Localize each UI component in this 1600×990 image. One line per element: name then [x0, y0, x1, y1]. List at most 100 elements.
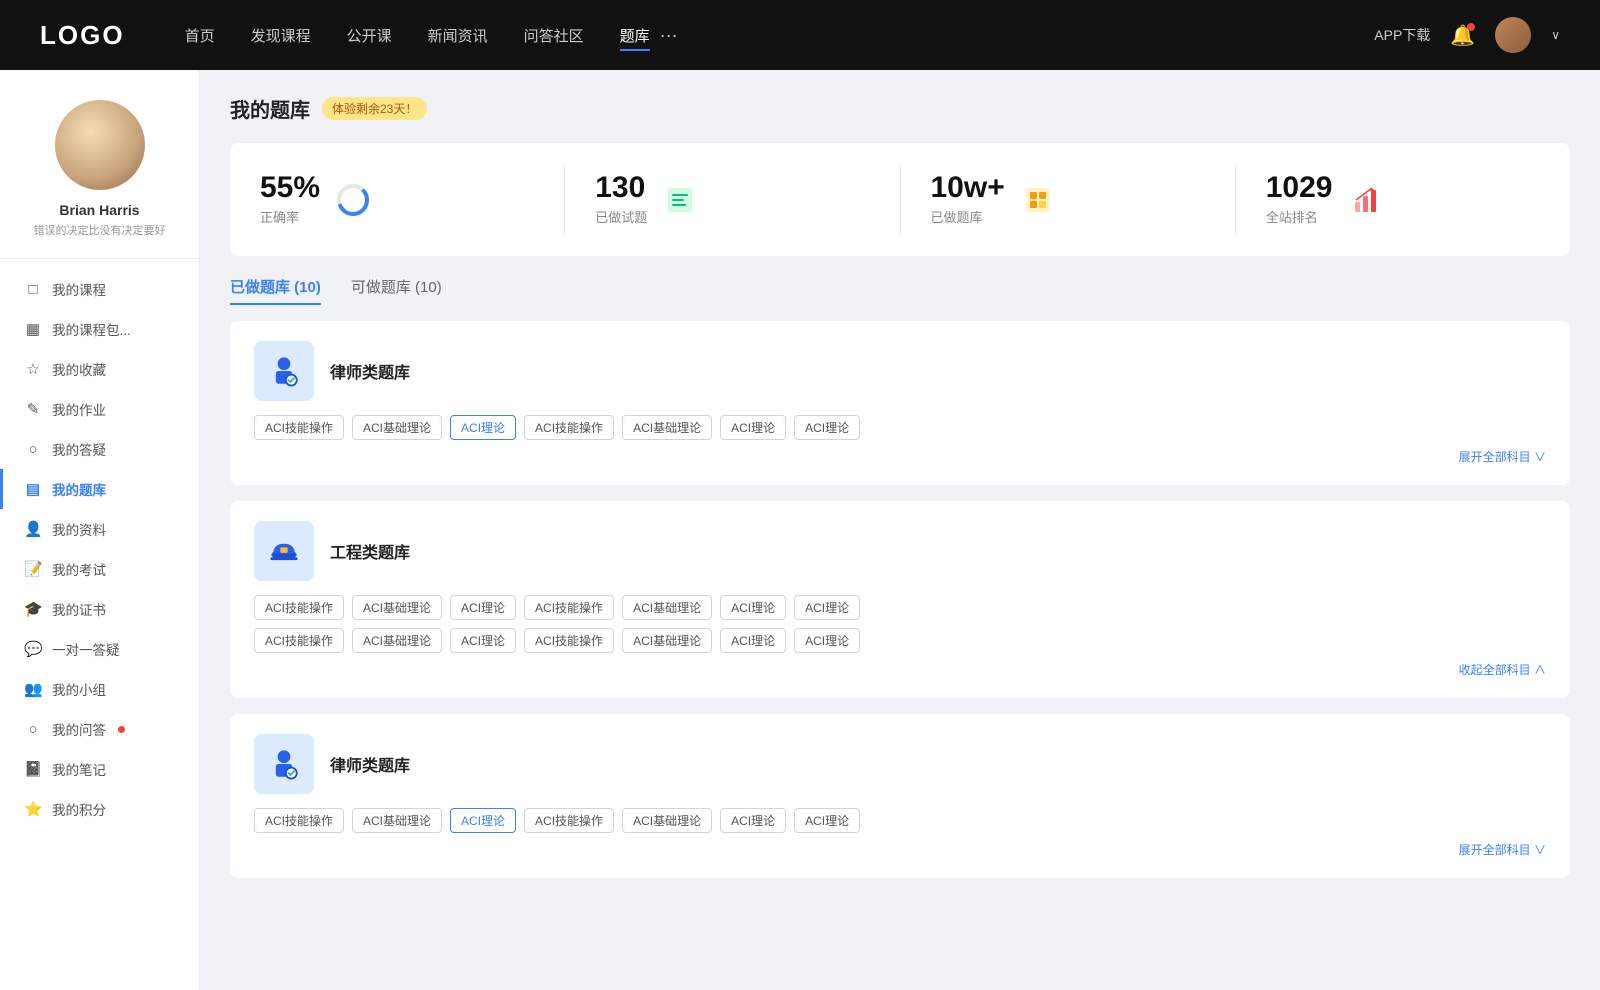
- page-header: 我的题库 体验剩余23天！: [230, 94, 1570, 123]
- tag-1-3[interactable]: ACI技能操作: [524, 595, 614, 620]
- profile-avatar[interactable]: [55, 100, 145, 190]
- tag-2-5[interactable]: ACI理论: [720, 808, 786, 833]
- tag-2-6[interactable]: ACI理论: [794, 808, 860, 833]
- bank-card-2: 律师类题库 ACI技能操作 ACI基础理论 ACI理论 ACI技能操作 ACI基…: [230, 714, 1570, 878]
- app-download-link[interactable]: APP下载: [1374, 25, 1430, 45]
- sidebar-item-1on1[interactable]: 💬 一对一答疑: [0, 629, 199, 669]
- nav-item-qa[interactable]: 问答社区: [524, 25, 584, 46]
- notification-bell[interactable]: 🔔: [1450, 23, 1475, 48]
- nav-item-home[interactable]: 首页: [185, 25, 215, 46]
- stat-banks-number: 10w+: [931, 173, 1005, 203]
- tag-0-4[interactable]: ACI基础理论: [622, 415, 712, 440]
- avatar[interactable]: [1495, 17, 1531, 53]
- sidebar-item-points[interactable]: ⭐ 我的积分: [0, 789, 199, 829]
- logo[interactable]: LOGO: [40, 20, 125, 51]
- tag-1-1[interactable]: ACI基础理论: [352, 595, 442, 620]
- tag-1-4[interactable]: ACI基础理论: [622, 595, 712, 620]
- main-content: 我的题库 体验剩余23天！ 55% 正确率: [200, 70, 1600, 990]
- chevron-down-icon[interactable]: ∨: [1551, 28, 1560, 42]
- stat-done-questions: 130 已做试题: [565, 163, 900, 236]
- sidebar-item-qa-mine[interactable]: ○ 我的答疑: [0, 429, 199, 469]
- grid-icon: [1022, 184, 1054, 216]
- cert-icon: 🎓: [24, 600, 42, 618]
- tag-2-1[interactable]: ACI基础理论: [352, 808, 442, 833]
- sidebar-item-profile[interactable]: 👤 我的资料: [0, 509, 199, 549]
- sidebar-label-profile: 我的资料: [52, 519, 106, 539]
- expand-link-0[interactable]: 展开全部科目 ∨: [254, 448, 1546, 465]
- stat-banks-text: 10w+ 已做题库: [931, 173, 1005, 226]
- bank-tags-1-row2: ACI技能操作 ACI基础理论 ACI理论 ACI技能操作 ACI基础理论 AC…: [254, 628, 1546, 653]
- navbar-right: APP下载 🔔 ∨: [1374, 17, 1560, 53]
- tab-available[interactable]: 可做题库 (10): [351, 276, 442, 305]
- tag-0-2[interactable]: ACI理论: [450, 415, 516, 440]
- points-icon: ⭐: [24, 800, 42, 818]
- sidebar-item-favorites[interactable]: ☆ 我的收藏: [0, 349, 199, 389]
- chat-icon: 💬: [24, 640, 42, 658]
- tab-bar: 已做题库 (10) 可做题库 (10): [230, 276, 1570, 305]
- expand-link-2[interactable]: 展开全部科目 ∨: [254, 841, 1546, 858]
- bank-tags-1-row1: ACI技能操作 ACI基础理论 ACI理论 ACI技能操作 ACI基础理论 AC…: [254, 595, 1546, 620]
- bank-tags-0: ACI技能操作 ACI基础理论 ACI理论 ACI技能操作 ACI基础理论 AC…: [254, 415, 1546, 440]
- tag-2-3[interactable]: ACI技能操作: [524, 808, 614, 833]
- stat-done-label: 已做试题: [595, 207, 647, 226]
- tag-0-6[interactable]: ACI理论: [794, 415, 860, 440]
- tag-1-0[interactable]: ACI技能操作: [254, 595, 344, 620]
- tag-2-0[interactable]: ACI技能操作: [254, 808, 344, 833]
- stat-done-banks: 10w+ 已做题库: [901, 163, 1236, 236]
- sidebar-label-favorites: 我的收藏: [52, 359, 106, 379]
- bank-name-2: 律师类题库: [330, 752, 410, 776]
- sidebar-item-groups[interactable]: 👥 我的小组: [0, 669, 199, 709]
- tag-2-2[interactable]: ACI理论: [450, 808, 516, 833]
- tag-1-6[interactable]: ACI理论: [794, 595, 860, 620]
- bank-icon: ▤: [24, 480, 42, 498]
- sidebar-item-exams[interactable]: 📝 我的考试: [0, 549, 199, 589]
- tag-1-9[interactable]: ACI理论: [450, 628, 516, 653]
- tab-done[interactable]: 已做题库 (10): [230, 276, 321, 305]
- nav-item-discover[interactable]: 发现课程: [251, 25, 311, 46]
- sidebar-item-question-bank[interactable]: ▤ 我的题库: [0, 469, 199, 509]
- profile-motto: 错误的决定比没有决定要好: [34, 222, 166, 238]
- sidebar-item-notes[interactable]: 📓 我的笔记: [0, 749, 199, 789]
- tag-1-11[interactable]: ACI基础理论: [622, 628, 712, 653]
- tag-1-10[interactable]: ACI技能操作: [524, 628, 614, 653]
- bank-name-0: 律师类题库: [330, 359, 410, 383]
- tag-0-5[interactable]: ACI理论: [720, 415, 786, 440]
- sidebar-label-homework: 我的作业: [52, 399, 106, 419]
- sidebar-item-my-qa[interactable]: ○ 我的问答: [0, 709, 199, 749]
- nav-item-open-course[interactable]: 公开课: [347, 25, 392, 46]
- expand-link-1[interactable]: 收起全部科目 ∧: [254, 661, 1546, 678]
- sidebar-item-homework[interactable]: ✎ 我的作业: [0, 389, 199, 429]
- tag-0-3[interactable]: ACI技能操作: [524, 415, 614, 440]
- sidebar-label-packages: 我的课程包...: [52, 319, 131, 339]
- edit-icon: ✎: [24, 400, 42, 418]
- tag-1-7[interactable]: ACI技能操作: [254, 628, 344, 653]
- tag-1-13[interactable]: ACI理论: [794, 628, 860, 653]
- bank-card-1: 工程类题库 ACI技能操作 ACI基础理论 ACI理论 ACI技能操作 ACI基…: [230, 501, 1570, 698]
- sidebar-profile: Brian Harris 错误的决定比没有决定要好: [0, 100, 199, 259]
- lawyer-icon: [254, 341, 314, 401]
- engineer-icon: [254, 521, 314, 581]
- done-questions-icon: [661, 181, 699, 219]
- tag-1-5[interactable]: ACI理论: [720, 595, 786, 620]
- stat-ranking-text: 1029 全站排名: [1266, 173, 1333, 226]
- stat-ranking-label: 全站排名: [1266, 207, 1333, 226]
- tag-1-2[interactable]: ACI理论: [450, 595, 516, 620]
- tag-2-4[interactable]: ACI基础理论: [622, 808, 712, 833]
- notes-icon: 📓: [24, 760, 42, 778]
- sidebar-item-packages[interactable]: ▦ 我的课程包...: [0, 309, 199, 349]
- sidebar-item-courses[interactable]: □ 我的课程: [0, 269, 199, 309]
- sidebar-item-certificates[interactable]: 🎓 我的证书: [0, 589, 199, 629]
- stat-ranking-number: 1029: [1266, 173, 1333, 203]
- tag-1-12[interactable]: ACI理论: [720, 628, 786, 653]
- tag-1-8[interactable]: ACI基础理论: [352, 628, 442, 653]
- user-icon: 👤: [24, 520, 42, 538]
- tag-0-1[interactable]: ACI基础理论: [352, 415, 442, 440]
- nav-item-news[interactable]: 新闻资讯: [428, 25, 488, 46]
- stat-accuracy: 55% 正确率: [230, 163, 565, 236]
- avatar-image: [1495, 17, 1531, 53]
- nav-more[interactable]: ···: [660, 25, 678, 46]
- profile-name: Brian Harris: [59, 202, 139, 218]
- nav-item-question-bank[interactable]: 题库: [620, 25, 650, 46]
- tag-0-0[interactable]: ACI技能操作: [254, 415, 344, 440]
- bank-name-1: 工程类题库: [330, 539, 410, 563]
